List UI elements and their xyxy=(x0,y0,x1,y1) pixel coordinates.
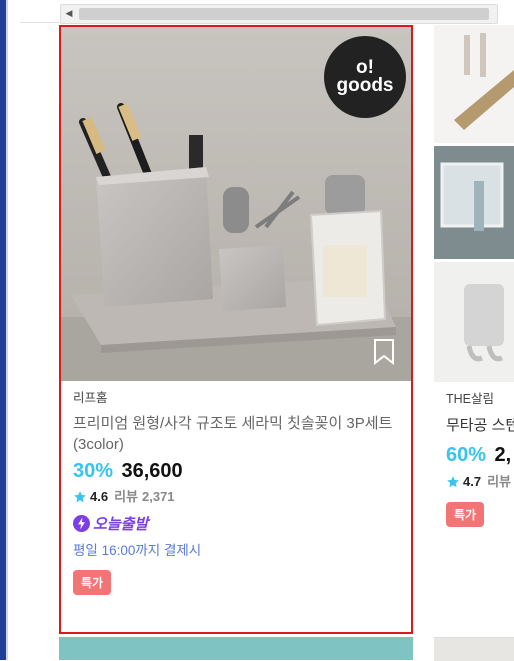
review-label: 리뷰 xyxy=(114,489,138,504)
next-rating-row: 4.7 리뷰 xyxy=(446,472,514,492)
next-discount-rate: 60% xyxy=(446,444,487,466)
seller-name[interactable]: 리프홈 xyxy=(73,389,403,407)
next-product-title[interactable]: 무타공 스텐 xyxy=(446,414,514,434)
next-product-image-2[interactable] xyxy=(434,146,514,259)
delivery-note: 평일 16:00까지 결제시 xyxy=(73,543,202,558)
product-image[interactable]: o! goods xyxy=(61,27,411,381)
next-review-label: 리뷰 xyxy=(487,474,511,489)
next-product-photo-2 xyxy=(434,146,514,259)
window-left-edge-shadow xyxy=(6,0,8,660)
product-title[interactable]: 프리미엄 원형/사각 규조토 세라믹 칫솔꽂이 3P세트(3color) xyxy=(73,413,403,455)
row2-product-image[interactable] xyxy=(59,637,413,660)
discount-rate: 30% xyxy=(73,460,114,482)
delivery-badge-row: 오늘출발 xyxy=(73,512,403,534)
next-sale-price: 2, xyxy=(494,444,512,466)
lightning-icon xyxy=(73,514,90,532)
row2-next-product-image[interactable] xyxy=(434,637,514,661)
next-special-price-badge: 특가 xyxy=(446,502,485,527)
star-icon xyxy=(74,491,86,503)
next-product-photo-1 xyxy=(434,25,514,143)
special-price-badge: 특가 xyxy=(73,570,112,595)
bookmark-icon[interactable] xyxy=(373,339,395,365)
price-row: 30% 36,600 xyxy=(73,458,403,484)
horizontal-scrollbar[interactable]: ◀ xyxy=(60,4,498,24)
review-count: 2,371 xyxy=(142,489,175,504)
scrollbar-thumb[interactable] xyxy=(79,8,489,20)
rating-row: 4.6 리뷰 2,371 xyxy=(73,487,403,507)
next-seller-name[interactable]: THE살림 xyxy=(446,390,514,408)
brand-badge-line2: goods xyxy=(336,75,394,96)
scroll-left-arrow-icon[interactable]: ◀ xyxy=(63,7,75,19)
today-delivery-badge: 오늘출발 xyxy=(93,515,149,533)
next-product-image-3[interactable] xyxy=(434,262,514,382)
rating-value: 4.6 xyxy=(90,489,109,504)
next-price-row: 60% 2, xyxy=(446,442,514,468)
product-info: 리프홈 프리미엄 원형/사각 규조토 세라믹 칫솔꽂이 3P세트(3color)… xyxy=(73,389,403,595)
sale-price: 36,600 xyxy=(121,460,183,482)
brand-logo-badge: o! goods xyxy=(324,36,406,118)
next-product-info: THE살림 무타공 스텐 60% 2, 4.7 리뷰 특가 xyxy=(446,390,514,527)
product-card[interactable]: o! goods 리프홈 프리미엄 원형/사각 규조토 세라믹 칫솔꽂이 3P세… xyxy=(59,25,413,634)
next-product-photo-3 xyxy=(434,262,514,382)
star-icon xyxy=(447,476,459,488)
next-rating-value: 4.7 xyxy=(463,474,482,489)
next-product-image-1[interactable] xyxy=(434,25,514,143)
